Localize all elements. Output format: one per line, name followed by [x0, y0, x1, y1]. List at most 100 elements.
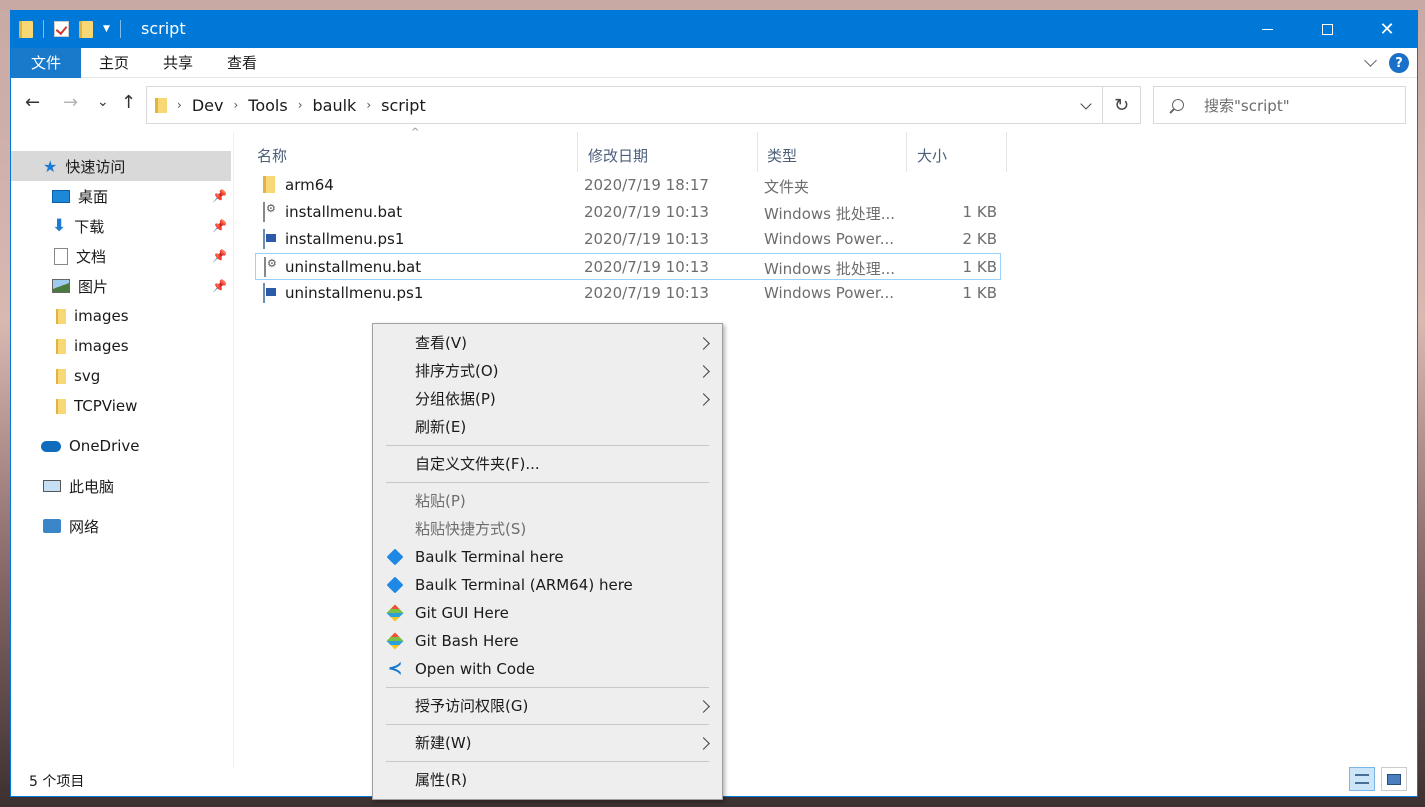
sidebar-item-label: images [74, 337, 129, 355]
help-icon[interactable]: ? [1389, 53, 1409, 73]
download-icon: ⬇ [52, 216, 67, 236]
menu-item-sort-by[interactable]: 排序方式(O) [373, 357, 722, 385]
file-row-uninstallmenu-ps1[interactable]: uninstallmenu.ps1 2020/7/19 10:13 Window… [255, 280, 1001, 307]
breadcrumb-baulk[interactable]: baulk [313, 96, 357, 115]
menu-item-git-gui[interactable]: Git GUI Here [373, 599, 722, 627]
menu-item-open-with-code[interactable]: ≺ Open with Code [373, 655, 722, 683]
file-name: installmenu.ps1 [285, 230, 405, 248]
address-bar[interactable]: › Dev › Tools › baulk › script [146, 86, 1103, 124]
file-row-installmenu-bat[interactable]: installmenu.bat 2020/7/19 10:13 Windows … [255, 199, 1001, 226]
menu-separator [386, 482, 709, 483]
column-header-date[interactable]: 修改日期 [578, 132, 758, 170]
sidebar-item-downloads[interactable]: ⬇ 下载 📌 [11, 211, 231, 241]
properties-icon[interactable] [54, 21, 69, 37]
address-dropdown-icon[interactable] [1080, 98, 1092, 110]
menu-item-customize-folder[interactable]: 自定义文件夹(F)... [373, 450, 722, 478]
sidebar-item-quick-access[interactable]: ★ 快速访问 [11, 151, 231, 181]
file-date: 2020/7/19 10:13 [584, 230, 709, 248]
baulk-icon [386, 548, 404, 566]
menu-item-paste-shortcut: 粘贴快捷方式(S) [373, 515, 722, 543]
breadcrumb-separator[interactable]: › [233, 98, 238, 112]
file-row-arm64[interactable]: arm64 2020/7/19 18:17 文件夹 [255, 172, 1001, 199]
column-divider[interactable] [1006, 132, 1007, 172]
recent-locations-button[interactable]: ⌄ [97, 94, 109, 110]
new-folder-icon[interactable] [79, 20, 93, 38]
breadcrumb-tools[interactable]: Tools [248, 96, 287, 115]
document-icon [54, 247, 68, 265]
onedrive-icon [41, 440, 61, 452]
file-size: 1 KB [962, 284, 997, 302]
file-row-installmenu-ps1[interactable]: installmenu.ps1 2020/7/19 10:13 Windows … [255, 226, 1001, 253]
up-button[interactable]: ↑ [121, 92, 136, 113]
sort-ascending-icon: ^ [411, 127, 420, 138]
tab-home[interactable]: 主页 [83, 48, 145, 78]
back-button[interactable]: ← [25, 92, 40, 113]
powershell-file-icon [263, 283, 265, 303]
sidebar-item-svg[interactable]: svg [11, 361, 231, 391]
title-bar[interactable]: ▼ script ✕ [11, 11, 1417, 48]
details-view-icon [1355, 774, 1369, 784]
menu-item-git-bash[interactable]: Git Bash Here [373, 627, 722, 655]
sidebar-item-label: images [74, 307, 129, 325]
customize-toolbar-dropdown-icon[interactable]: ▼ [103, 24, 110, 34]
menu-item-view[interactable]: 查看(V) [373, 329, 722, 357]
sidebar-item-documents[interactable]: 文档 📌 [11, 241, 231, 271]
pin-icon: 📌 [212, 249, 227, 263]
menu-item-label: 粘贴(P) [415, 492, 466, 510]
minimize-button[interactable] [1237, 11, 1297, 48]
sidebar-item-network[interactable]: 网络 [11, 511, 231, 541]
large-icons-view-button[interactable] [1381, 767, 1407, 791]
menu-item-refresh[interactable]: 刷新(E) [373, 413, 722, 441]
menu-item-baulk-terminal[interactable]: Baulk Terminal here [373, 543, 722, 571]
breadcrumb-separator[interactable]: › [177, 98, 182, 112]
search-input[interactable]: 搜索"script" [1153, 86, 1406, 124]
sidebar-item-label: 网络 [69, 517, 100, 536]
tab-view[interactable]: 查看 [211, 48, 273, 78]
search-placeholder: 搜索"script" [1204, 96, 1290, 115]
file-type: Windows Power... [764, 230, 895, 248]
breadcrumb-script[interactable]: script [381, 96, 426, 115]
pane-divider[interactable] [233, 132, 234, 768]
submenu-arrow-icon [697, 700, 710, 713]
maximize-button[interactable] [1297, 11, 1357, 48]
menu-item-group-by[interactable]: 分组依据(P) [373, 385, 722, 413]
menu-item-label: Open with Code [415, 660, 535, 678]
sidebar-item-desktop[interactable]: 桌面 📌 [11, 181, 231, 211]
refresh-button[interactable]: ↻ [1103, 86, 1141, 124]
menu-item-label: Git Bash Here [415, 632, 519, 650]
column-header-size[interactable]: 大小 [907, 132, 1007, 170]
breadcrumb-dev[interactable]: Dev [192, 96, 224, 115]
menu-item-new[interactable]: 新建(W) [373, 729, 722, 757]
breadcrumb-separator[interactable]: › [298, 98, 303, 112]
forward-button[interactable]: → [63, 92, 78, 113]
menu-item-give-access[interactable]: 授予访问权限(G) [373, 692, 722, 720]
menu-item-label: 新建(W) [415, 734, 472, 752]
folder-icon [263, 176, 275, 193]
file-name: uninstallmenu.bat [285, 258, 422, 276]
context-menu: 查看(V) 排序方式(O) 分组依据(P) 刷新(E) 自定义文件夹(F)...… [372, 323, 723, 800]
breadcrumb-separator[interactable]: › [366, 98, 371, 112]
expand-ribbon-icon[interactable] [1364, 54, 1377, 67]
menu-item-baulk-terminal-arm64[interactable]: Baulk Terminal (ARM64) here [373, 571, 722, 599]
column-header-type[interactable]: 类型 [757, 132, 907, 170]
details-view-button[interactable] [1349, 767, 1375, 791]
tab-share[interactable]: 共享 [147, 48, 209, 78]
close-button[interactable]: ✕ [1357, 11, 1417, 48]
menu-item-label: Git GUI Here [415, 604, 509, 622]
submenu-arrow-icon [697, 393, 710, 406]
file-type: 文件夹 [764, 178, 810, 196]
tab-file[interactable]: 文件 [11, 48, 81, 78]
sidebar-item-images[interactable]: images [11, 301, 231, 331]
sidebar-item-this-pc[interactable]: 此电脑 [11, 471, 231, 501]
menu-separator [386, 445, 709, 446]
sidebar-item-pictures[interactable]: 图片 📌 [11, 271, 231, 301]
pin-icon: 📌 [212, 279, 227, 293]
menu-item-properties[interactable]: 属性(R) [373, 766, 722, 794]
folder-icon [56, 338, 66, 354]
file-row-uninstallmenu-bat[interactable]: uninstallmenu.bat 2020/7/19 10:13 Window… [255, 253, 1001, 280]
sidebar-item-tcpview[interactable]: TCPView [11, 391, 231, 421]
sidebar-item-onedrive[interactable]: OneDrive [11, 431, 231, 461]
menu-item-paste: 粘贴(P) [373, 487, 722, 515]
file-name: uninstallmenu.ps1 [285, 284, 424, 302]
sidebar-item-images[interactable]: images [11, 331, 231, 361]
